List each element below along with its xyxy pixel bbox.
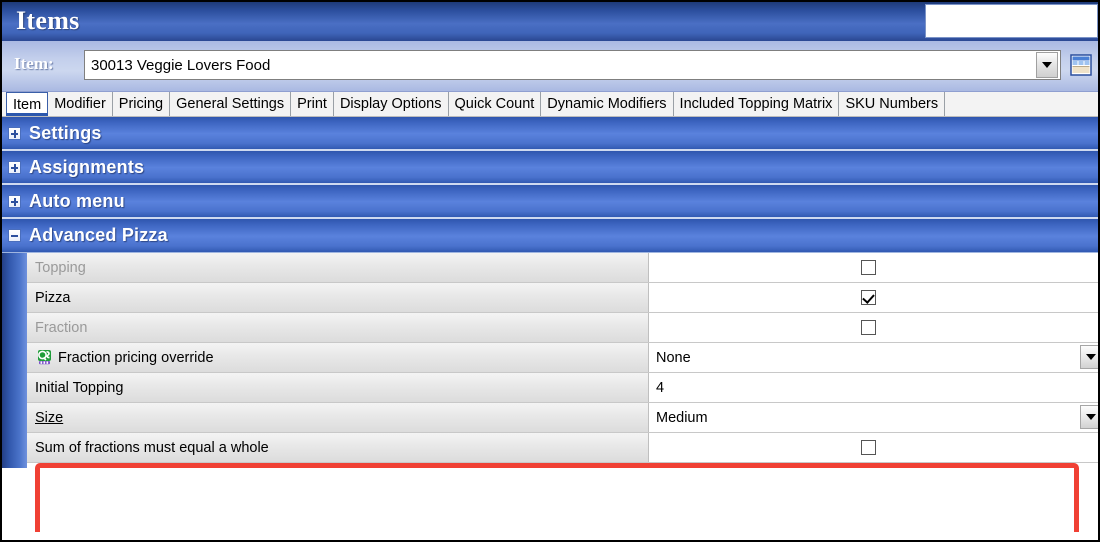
table-row: Topping bbox=[27, 253, 1098, 283]
property-value-text: None bbox=[656, 349, 691, 366]
tab-included-topping-matrix[interactable]: Included Topping Matrix bbox=[674, 92, 840, 116]
tab-strip-filler bbox=[945, 92, 1098, 116]
item-label: Item: bbox=[14, 54, 54, 73]
highlight-annotation-box bbox=[35, 463, 1079, 532]
tab-print[interactable]: Print bbox=[291, 92, 334, 116]
tab-quick-count[interactable]: Quick Count bbox=[449, 92, 542, 116]
table-row: Fraction bbox=[27, 313, 1098, 343]
tab-sku-numbers[interactable]: SKU Numbers bbox=[839, 92, 946, 116]
section-title: Assignments bbox=[29, 156, 145, 177]
titlebar-blank-panel bbox=[925, 4, 1098, 38]
tab-label: Display Options bbox=[339, 96, 442, 112]
property-value-cell[interactable]: Medium bbox=[649, 403, 1098, 432]
chevron-down-icon bbox=[1085, 354, 1096, 360]
property-grid: Topping Pizza Fraction Fraction pricing ove… bbox=[27, 253, 1098, 463]
property-value-cell[interactable] bbox=[649, 253, 1098, 282]
item-grid-icon[interactable] bbox=[1068, 52, 1094, 78]
section-header-auto-menu[interactable]: Auto menu bbox=[2, 185, 1098, 219]
table-row: Fraction pricing override None bbox=[27, 343, 1098, 373]
table-row: Size Medium bbox=[27, 403, 1098, 433]
item-combobox[interactable]: 30013 Veggie Lovers Food bbox=[84, 50, 1061, 80]
property-value-cell[interactable] bbox=[649, 313, 1098, 342]
checkbox-sum-of-fractions-must-equal-a-whole[interactable] bbox=[861, 440, 876, 455]
plus-icon[interactable] bbox=[8, 126, 21, 140]
property-value-cell[interactable] bbox=[649, 283, 1098, 312]
item-combobox-value: 30013 Veggie Lovers Food bbox=[91, 56, 271, 74]
section-header-assignments[interactable]: Assignments bbox=[2, 151, 1098, 185]
chevron-down-icon bbox=[1085, 414, 1096, 420]
property-name-cell: Pizza bbox=[27, 283, 649, 312]
checkbox-wrapper bbox=[649, 433, 1098, 462]
tab-dynamic-modifiers[interactable]: Dynamic Modifiers bbox=[541, 92, 674, 116]
property-name-label: Pizza bbox=[35, 289, 71, 306]
section-header-settings[interactable]: Settings bbox=[2, 117, 1098, 151]
tab-pricing[interactable]: Pricing bbox=[113, 92, 171, 116]
section-title: Auto menu bbox=[29, 190, 125, 211]
tab-label: Included Topping Matrix bbox=[679, 96, 833, 112]
tab-label: Pricing bbox=[118, 96, 164, 112]
section-title: Settings bbox=[29, 122, 102, 143]
tab-modifier[interactable]: Modifier bbox=[48, 92, 113, 116]
value-dropdown-button[interactable] bbox=[1080, 405, 1098, 429]
property-name-label: Initial Topping bbox=[35, 379, 124, 396]
checkbox-fraction[interactable] bbox=[861, 320, 876, 335]
tab-label: Print bbox=[297, 96, 327, 112]
checkbox-pizza[interactable] bbox=[861, 290, 876, 305]
table-row: Initial Topping 4 bbox=[27, 373, 1098, 403]
property-name-cell: Fraction pricing override bbox=[27, 343, 649, 372]
tab-label: Quick Count bbox=[454, 96, 535, 112]
property-value-text: Medium bbox=[656, 409, 708, 426]
value-dropdown-button[interactable] bbox=[1080, 345, 1098, 369]
window-titlebar: Items bbox=[2, 2, 1098, 41]
property-name-cell: Topping bbox=[27, 253, 649, 282]
section-header-advanced-pizza[interactable]: Advanced Pizza bbox=[2, 219, 1098, 253]
section-title: Advanced Pizza bbox=[29, 225, 168, 245]
property-value-text: 4 bbox=[656, 379, 665, 396]
property-name-cell: Sum of fractions must equal a whole bbox=[27, 433, 649, 462]
content-area: Settings Assignments Auto menu Advanced Piz… bbox=[2, 117, 1098, 532]
checkbox-wrapper bbox=[649, 253, 1098, 282]
chevron-down-icon bbox=[1042, 62, 1052, 68]
tab-item[interactable]: Item bbox=[6, 92, 49, 116]
window-title: Items bbox=[16, 6, 80, 35]
tab-strip: Item Modifier Pricing General Settings Print… bbox=[2, 92, 1098, 117]
tab-label: Dynamic Modifiers bbox=[547, 96, 667, 112]
table-row: Pizza bbox=[27, 283, 1098, 313]
property-name-label: Sum of fractions must equal a whole bbox=[35, 439, 269, 456]
property-name-label: Size bbox=[35, 409, 64, 426]
item-selector-bar: Item: 30013 Veggie Lovers Food bbox=[2, 41, 1098, 92]
qs-icon bbox=[37, 349, 54, 366]
items-window: Items Item: 30013 Veggie Lovers Food Ite… bbox=[0, 0, 1100, 542]
plus-icon[interactable] bbox=[8, 160, 21, 174]
checkbox-topping[interactable] bbox=[861, 260, 876, 275]
minus-icon[interactable] bbox=[8, 229, 21, 242]
tab-label: Item bbox=[13, 96, 42, 113]
item-combobox-dropdown-button[interactable] bbox=[1036, 52, 1058, 78]
checkbox-wrapper bbox=[649, 283, 1098, 312]
table-row: Sum of fractions must equal a whole bbox=[27, 433, 1098, 463]
property-value-cell[interactable]: 4 bbox=[649, 373, 1098, 402]
section-header-list: Settings Assignments Auto menu Advanced Piz… bbox=[2, 117, 1098, 253]
plus-icon[interactable] bbox=[8, 194, 21, 208]
property-name-cell: Size bbox=[27, 403, 649, 432]
property-value-cell[interactable] bbox=[649, 433, 1098, 462]
tab-label: General Settings bbox=[176, 96, 285, 112]
checkbox-wrapper bbox=[649, 313, 1098, 342]
property-value-cell[interactable]: None bbox=[649, 343, 1098, 372]
property-name-label: Topping bbox=[35, 259, 86, 276]
tab-label: Modifier bbox=[54, 96, 106, 112]
tab-display-options[interactable]: Display Options bbox=[334, 92, 449, 116]
tab-label: SKU Numbers bbox=[845, 96, 939, 112]
tab-general-settings[interactable]: General Settings bbox=[170, 92, 292, 116]
property-name-label: Fraction bbox=[35, 319, 88, 336]
property-name-label: Fraction pricing override bbox=[58, 349, 214, 366]
property-name-cell: Initial Topping bbox=[27, 373, 649, 402]
property-name-cell: Fraction bbox=[27, 313, 649, 342]
